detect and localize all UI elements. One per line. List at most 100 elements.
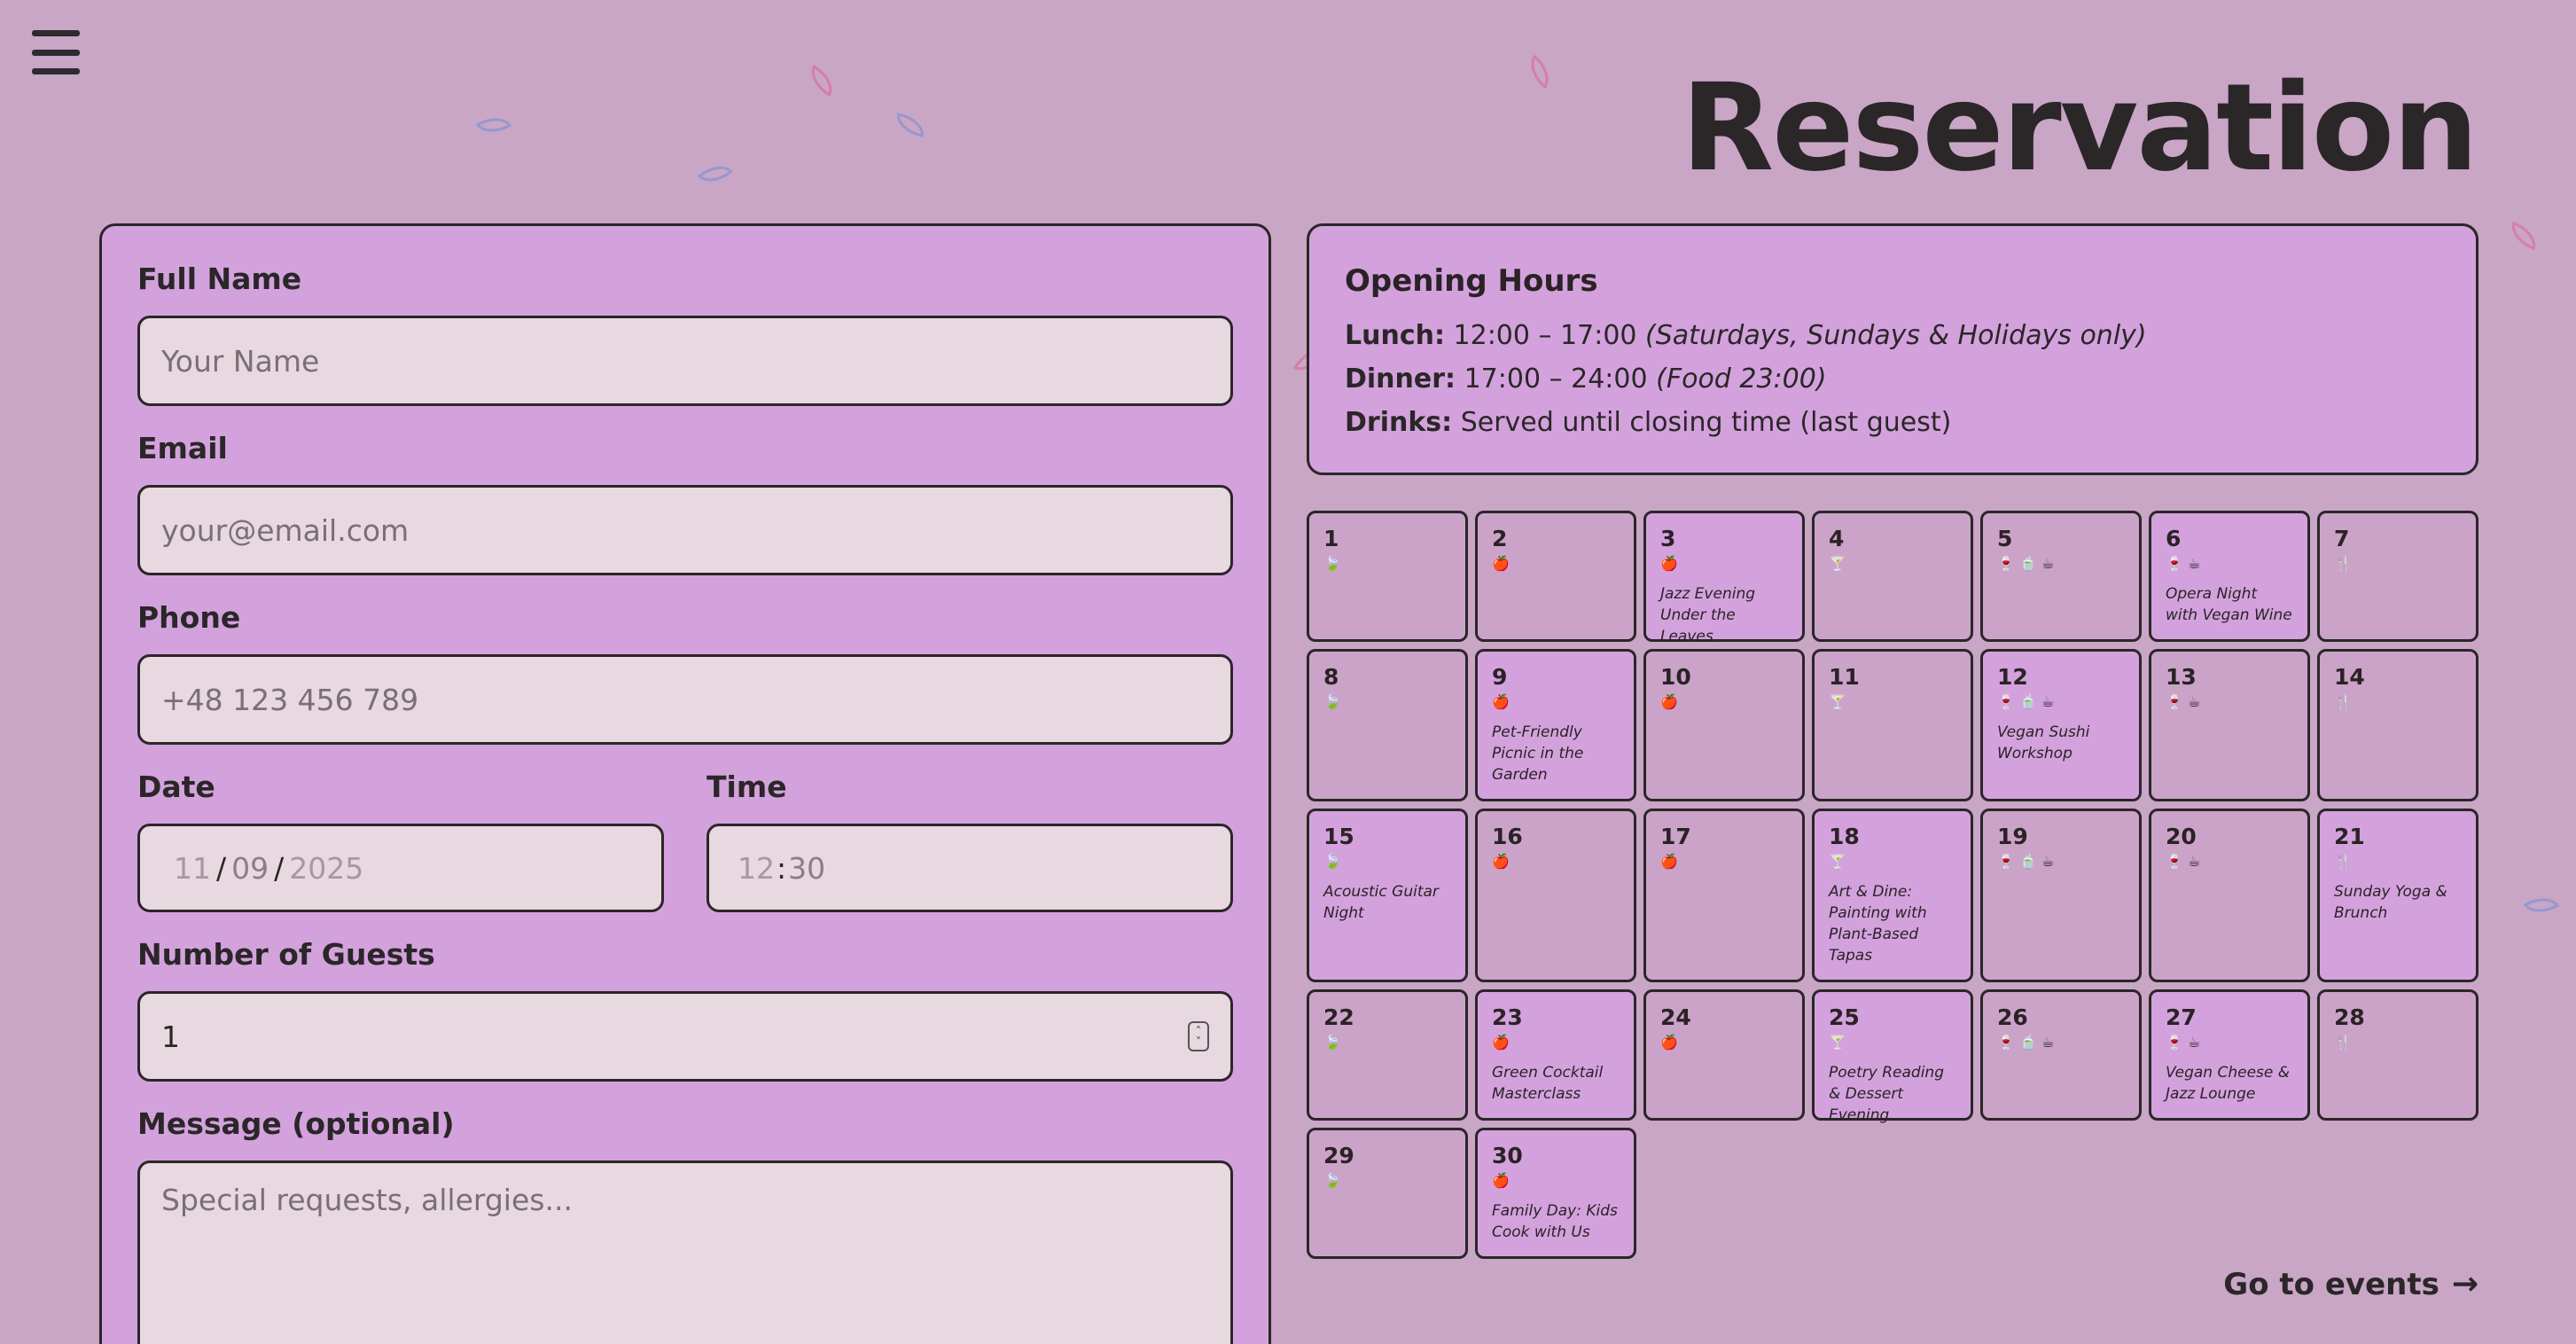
calendar-event-title: Acoustic Guitar Night [1323, 883, 1439, 922]
calendar-day-number: 1 [1323, 526, 1339, 551]
date-year[interactable]: 2025 [289, 851, 363, 886]
calendar-day-icons: 🍸 [1829, 1034, 1846, 1051]
calendar-day-1[interactable]: 1 🍃 [1307, 511, 1468, 642]
stepper-down-icon[interactable]: ˅ [1196, 1036, 1201, 1047]
calendar-day-18[interactable]: 18 🍸 Art & Dine: Painting with Plant-Based… [1812, 809, 1973, 982]
hours-lunch-time: 12:00 – 17:00 [1453, 320, 1637, 351]
menu-bar [32, 49, 80, 56]
calendar-day-15[interactable]: 15 🍃 Acoustic Guitar Night [1307, 809, 1468, 982]
go-to-events-link[interactable]: Go to events → [2223, 1266, 2478, 1302]
calendar-day-8[interactable]: 8 🍃 [1307, 649, 1468, 801]
calendar-event-title: Green Cocktail Masterclass [1492, 1064, 1604, 1103]
calendar-day-icons: 🍃 [1323, 555, 1341, 572]
calendar-day-29[interactable]: 29 🍃 [1307, 1128, 1468, 1259]
leaf-decoration-icon [2523, 888, 2560, 922]
calendar-day-number: 19 [1997, 824, 2028, 849]
calendar-day-number: 4 [1829, 526, 1845, 551]
calendar-day-number: 5 [1997, 526, 2013, 551]
opening-hours-title: Opening Hours [1345, 263, 1598, 299]
calendar-day-icons: 🍎 [1492, 1034, 1510, 1051]
stepper-icon[interactable]: ˄ ˅ [1188, 1021, 1209, 1051]
hours-lunch-note: (Saturdays, Sundays & Holidays only) [1645, 320, 2147, 351]
guests-input[interactable]: 1 ˄ ˅ [137, 991, 1233, 1082]
leaf-decoration-icon [475, 108, 512, 142]
calendar-day-17[interactable]: 17 🍎 [1643, 809, 1805, 982]
calendar-day-number: 24 [1660, 1004, 1691, 1030]
calendar-day-11[interactable]: 11 🍸 [1812, 649, 1973, 801]
guests-value: 1 [161, 1019, 180, 1054]
calendar-day-icons: 🍃 [1323, 853, 1341, 870]
date-day[interactable]: 11 [174, 851, 211, 886]
calendar-event-title: Poetry Reading & Dessert Evening [1829, 1064, 1944, 1124]
leaf-decoration-icon [1521, 54, 1558, 90]
calendar-day-icons: 🍎 [1492, 1172, 1510, 1189]
calendar-day-number: 9 [1492, 664, 1508, 690]
calendar-day-number: 17 [1660, 824, 1691, 849]
hours-drinks-time: Served until closing time (last guest) [1460, 407, 1952, 438]
calendar-day-number: 27 [2166, 1004, 2197, 1030]
calendar-day-6[interactable]: 6 🍷 ☕ Opera Night with Vegan Wine [2149, 511, 2310, 642]
full-name-placeholder: Your Name [161, 343, 320, 379]
calendar-day-10[interactable]: 10 🍎 [1643, 649, 1805, 801]
time-hour[interactable]: 12 [738, 851, 775, 886]
calendar-day-13[interactable]: 13 🍷 ☕ [2149, 649, 2310, 801]
message-label: Message (optional) [137, 1106, 455, 1141]
calendar-event-title: Sunday Yoga & Brunch [2334, 883, 2447, 922]
full-name-input[interactable]: Your Name [137, 316, 1233, 406]
date-input[interactable]: 11 / 09 / 2025 [137, 824, 664, 912]
calendar-day-number: 25 [1829, 1004, 1860, 1030]
email-input[interactable]: your@email.com [137, 485, 1233, 575]
calendar-day-icons: 🍸 [1829, 693, 1846, 710]
calendar-day-30[interactable]: 30 🍎 Family Day: Kids Cook with Us [1475, 1128, 1636, 1259]
calendar-day-number: 7 [2334, 526, 2350, 551]
calendar-day-4[interactable]: 4 🍸 [1812, 511, 1973, 642]
hours-dinner-label: Dinner: [1345, 363, 1456, 395]
calendar-day-number: 15 [1323, 824, 1354, 849]
calendar-day-number: 20 [2166, 824, 2197, 849]
calendar-day-23[interactable]: 23 🍎 Green Cocktail Masterclass [1475, 989, 1636, 1121]
message-placeholder: Special requests, allergies... [161, 1183, 573, 1217]
hamburger-menu-icon[interactable] [32, 30, 80, 74]
calendar-day-25[interactable]: 25 🍸 Poetry Reading & Dessert Evening [1812, 989, 1973, 1124]
calendar-event-title: Vegan Cheese & Jazz Lounge [2166, 1064, 2291, 1103]
calendar-day-26[interactable]: 26 🍷 🍵 ☕ [1980, 989, 2142, 1121]
calendar-day-number: 16 [1492, 824, 1523, 849]
calendar-day-icons: 🍷 ☕ [2166, 1034, 2201, 1051]
calendar-day-5[interactable]: 5 🍷 🍵 ☕ [1980, 511, 2142, 642]
calendar-day-9[interactable]: 9 🍎 Pet-Friendly Picnic in the Garden [1475, 649, 1636, 801]
email-label: Email [137, 431, 228, 465]
calendar-day-icons: 🍎 [1660, 853, 1678, 870]
calendar-day-14[interactable]: 14 🍴 [2317, 649, 2478, 801]
calendar-day-2[interactable]: 2 🍎 [1475, 511, 1636, 642]
hours-dinner: Dinner: 17:00 – 24:00 (Food 23:00) [1345, 363, 2440, 395]
calendar-day-21[interactable]: 21 🍴 Sunday Yoga & Brunch [2317, 809, 2478, 982]
calendar-day-3[interactable]: 3 🍎 Jazz Evening Under the Leaves [1643, 511, 1805, 645]
calendar-day-icons: 🍃 [1323, 693, 1341, 710]
calendar-day-icons: 🍷 🍵 ☕ [1997, 853, 2055, 870]
calendar-day-icons: 🍎 [1492, 555, 1510, 572]
calendar-day-20[interactable]: 20 🍷 ☕ [2149, 809, 2310, 982]
phone-input[interactable]: +48 123 456 789 [137, 654, 1233, 745]
calendar-day-28[interactable]: 28 🍴 [2317, 989, 2478, 1121]
calendar-day-27[interactable]: 27 🍷 ☕ Vegan Cheese & Jazz Lounge [2149, 989, 2310, 1121]
calendar-day-icons: 🍷 🍵 ☕ [1997, 693, 2055, 710]
calendar-day-icons: 🍷 ☕ [2166, 853, 2201, 870]
message-textarea[interactable]: Special requests, allergies... [137, 1160, 1233, 1344]
calendar-day-16[interactable]: 16 🍎 [1475, 809, 1636, 982]
calendar-day-number: 28 [2334, 1004, 2365, 1030]
calendar-day-number: 8 [1323, 664, 1339, 690]
time-label: Time [706, 770, 787, 804]
hours-dinner-time: 17:00 – 24:00 [1464, 363, 1648, 395]
date-month[interactable]: 09 [231, 851, 269, 886]
hours-drinks-label: Drinks: [1345, 407, 1453, 438]
time-minute[interactable]: 30 [788, 851, 825, 886]
calendar-day-12[interactable]: 12 🍷 🍵 ☕ Vegan Sushi Workshop [1980, 649, 2142, 801]
calendar-day-22[interactable]: 22 🍃 [1307, 989, 1468, 1121]
calendar-day-7[interactable]: 7 🍴 [2317, 511, 2478, 642]
calendar-day-number: 22 [1323, 1004, 1354, 1030]
arrow-right-icon: → [2451, 1266, 2478, 1302]
hours-lunch-label: Lunch: [1345, 320, 1445, 351]
calendar-day-19[interactable]: 19 🍷 🍵 ☕ [1980, 809, 2142, 982]
calendar-day-24[interactable]: 24 🍎 [1643, 989, 1805, 1121]
time-input[interactable]: 12 : 30 [706, 824, 1233, 912]
